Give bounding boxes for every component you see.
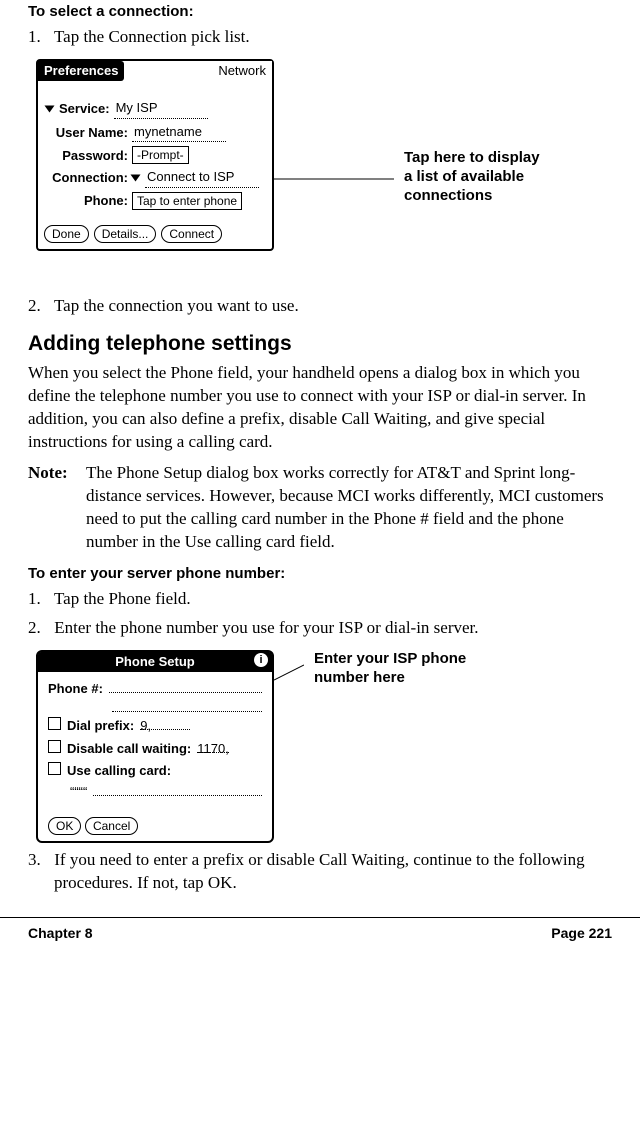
password-label: Password: [46, 147, 128, 165]
username-label: User Name: [46, 124, 128, 142]
use-calling-card-checkbox[interactable] [48, 762, 61, 775]
heading-enter-phone: To enter your server phone number: [28, 564, 612, 584]
use-calling-card-label: Use calling card: [67, 762, 171, 780]
chevron-down-icon[interactable] [131, 175, 141, 182]
step-number: 3. [28, 849, 50, 872]
callout-line: Tap here to display [404, 149, 540, 168]
step-2-1: 1. Tap the Phone field. [28, 588, 612, 611]
ok-button[interactable]: OK [48, 817, 81, 835]
figure-preferences: Preferences Network Service: My ISP User… [28, 59, 612, 289]
window-category[interactable]: Network [218, 62, 272, 80]
disable-call-waiting-checkbox[interactable] [48, 740, 61, 753]
note-label: Note: [28, 462, 86, 554]
connection-value[interactable]: Connect to ISP [145, 168, 259, 188]
step-1-1: 1. Tap the Connection pick list. [28, 26, 612, 49]
phone-label: Phone: [46, 192, 128, 210]
window-title: Preferences [38, 61, 124, 81]
service-label: Service: [59, 100, 110, 118]
info-icon[interactable]: i [254, 653, 268, 667]
phone-value[interactable]: Tap to enter phone [132, 192, 242, 210]
phone-number-label: Phone #: [48, 680, 103, 698]
page-footer: Chapter 8 Page 221 [0, 917, 640, 943]
step-1-2: 2. Tap the connection you want to use. [28, 295, 612, 318]
details-button[interactable]: Details... [94, 225, 157, 243]
dialog-title: Phone Setup [115, 654, 194, 669]
callout-leader-line [274, 650, 304, 710]
step-text: Enter the phone number you use for your … [54, 618, 478, 637]
disable-call-waiting-value[interactable]: 1170, [197, 740, 229, 753]
heading-adding-telephone: Adding telephone settings [28, 330, 612, 358]
dial-prefix-checkbox[interactable] [48, 717, 61, 730]
calling-card-input[interactable] [93, 783, 262, 796]
phone-number-input[interactable] [109, 680, 262, 693]
figure-phone-setup: Phone Setup i Phone #: Dial prefix: 9, [28, 650, 612, 843]
calling-card-value[interactable]: ““““ [70, 783, 87, 801]
body-paragraph: When you select the Phone field, your ha… [28, 362, 612, 454]
preferences-window: Preferences Network Service: My ISP User… [36, 59, 274, 251]
callout-line: connections [404, 187, 540, 206]
username-value[interactable]: mynetname [132, 123, 226, 143]
callout-line: Enter your ISP phone [314, 650, 466, 669]
chevron-down-icon[interactable] [45, 105, 55, 112]
phone-setup-window: Phone Setup i Phone #: Dial prefix: 9, [36, 650, 274, 843]
connect-button[interactable]: Connect [161, 225, 222, 243]
step-number: 2. [28, 617, 50, 640]
cancel-button[interactable]: Cancel [85, 817, 138, 835]
note-block: Note: The Phone Setup dialog box works c… [28, 462, 612, 554]
step-number: 2. [28, 295, 50, 318]
heading-select-connection: To select a connection: [28, 2, 612, 22]
disable-call-waiting-label: Disable call waiting: [67, 740, 191, 758]
dial-prefix-label: Dial prefix: [67, 717, 134, 735]
done-button[interactable]: Done [44, 225, 89, 243]
phone-number-input-line2[interactable] [112, 699, 262, 712]
step-number: 1. [28, 26, 50, 49]
footer-page: Page 221 [551, 924, 612, 943]
step-text: Tap the Phone field. [54, 589, 191, 608]
connection-label: Connection: [46, 169, 128, 187]
step-number: 1. [28, 588, 50, 611]
footer-chapter: Chapter 8 [28, 924, 93, 943]
callout-line: a list of available [404, 168, 540, 187]
dial-prefix-value[interactable]: 9, [140, 717, 190, 730]
callout-leader-line [274, 59, 394, 289]
step-text: Tap the Connection pick list. [54, 27, 250, 46]
callout-connection-picklist: Tap here to display a list of available … [404, 149, 540, 205]
callout-phone-number: Enter your ISP phone number here [314, 650, 466, 688]
note-text: The Phone Setup dialog box works correct… [86, 462, 612, 554]
step-2-3: 3. If you need to enter a prefix or disa… [28, 849, 612, 895]
password-value[interactable]: -Prompt- [132, 146, 189, 164]
service-value[interactable]: My ISP [114, 99, 208, 119]
callout-line: number here [314, 669, 466, 688]
step-text: Tap the connection you want to use. [54, 296, 299, 315]
step-text: If you need to enter a prefix or disable… [54, 850, 585, 892]
step-2-2: 2. Enter the phone number you use for yo… [28, 617, 612, 640]
